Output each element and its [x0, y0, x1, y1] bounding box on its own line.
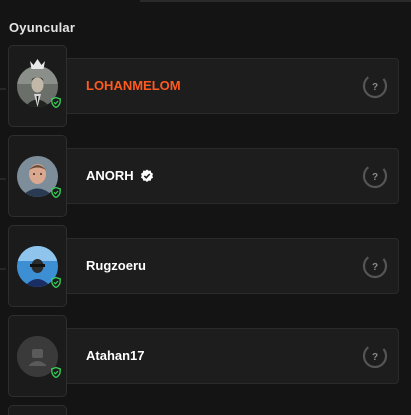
svg-text:?: ? [372, 262, 378, 273]
verified-badge-icon [140, 169, 153, 182]
player-name[interactable]: LOHANMELOM [86, 59, 181, 113]
player-card[interactable]: Atahan17 ? [50, 328, 399, 384]
avatar-box[interactable] [8, 135, 67, 217]
player-card[interactable]: LOHANMELOM ? [50, 58, 399, 114]
player-name[interactable]: Rugzoeru [86, 239, 146, 293]
player-row[interactable]: Rugzoeru ? [0, 225, 411, 307]
avatar-box[interactable] [8, 405, 67, 415]
top-divider [140, 0, 411, 2]
shield-icon [51, 277, 61, 288]
avatar-box[interactable] [8, 315, 67, 397]
player-name[interactable]: Atahan17 [86, 329, 145, 383]
avatar-box[interactable] [8, 225, 67, 307]
svg-text:?: ? [372, 352, 378, 363]
section-title: Oyuncular [9, 20, 76, 35]
player-card[interactable]: Rugzoeru ? [50, 238, 399, 294]
rank-icon[interactable]: ? [362, 253, 388, 279]
rank-icon[interactable]: ? [362, 163, 388, 189]
player-row[interactable]: ANORH ? [0, 135, 411, 217]
player-row[interactable]: Atahan17 ? [0, 315, 411, 397]
shield-icon [51, 367, 61, 378]
crown-icon [30, 59, 45, 69]
player-card[interactable]: ANORH ? [50, 148, 399, 204]
shield-icon [51, 97, 61, 108]
svg-text:?: ? [372, 172, 378, 183]
rank-icon[interactable]: ? [362, 343, 388, 369]
rank-icon[interactable]: ? [362, 73, 388, 99]
shield-icon [51, 187, 61, 198]
avatar-box[interactable] [8, 45, 67, 127]
svg-text:?: ? [372, 82, 378, 93]
player-row[interactable]: LOHANMELOM ? [0, 45, 411, 127]
player-name[interactable]: ANORH [86, 149, 154, 203]
